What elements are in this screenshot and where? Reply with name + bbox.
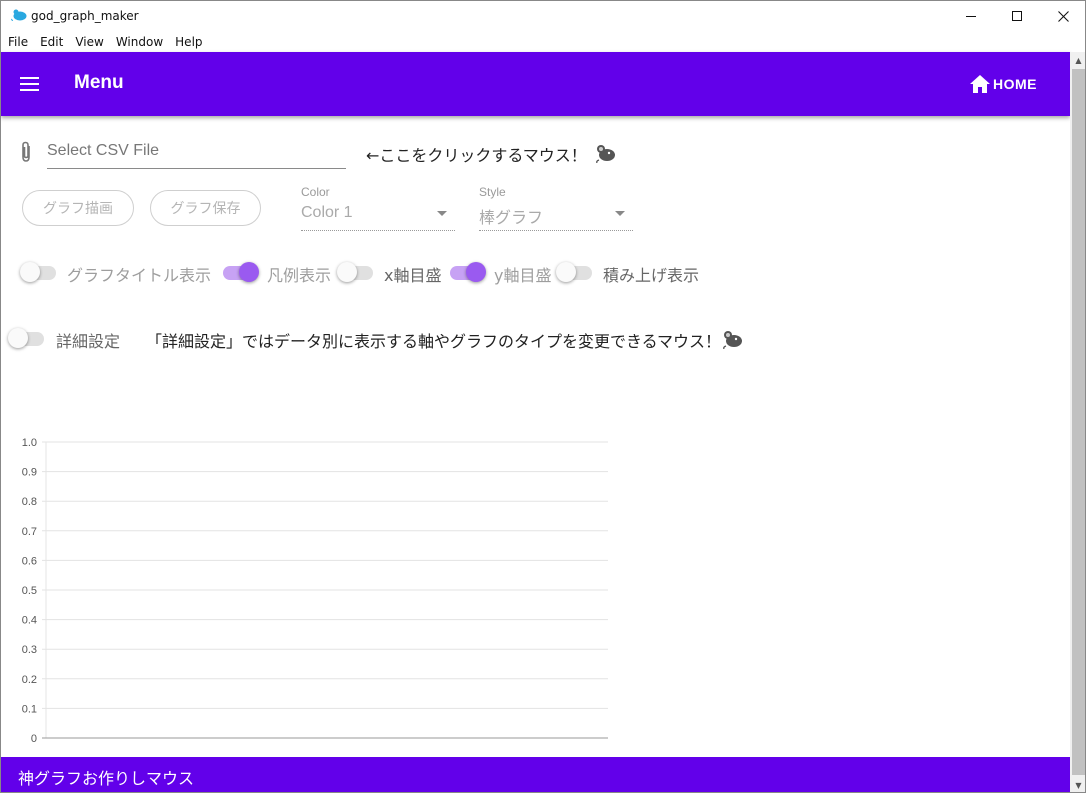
legend-switch[interactable] [221, 261, 259, 283]
vertical-scrollbar[interactable]: ▲ ▼ [1070, 52, 1085, 792]
detail-settings-label: 詳細設定 [56, 332, 121, 351]
x-axis-ticks-switch-label: x軸目盛 [384, 266, 442, 285]
menu-edit[interactable]: Edit [40, 35, 63, 49]
file-hint-text: ←ここをクリックするマウス！ [366, 146, 587, 165]
select-underline [479, 230, 633, 231]
y-tick-label: 0.2 [22, 674, 37, 686]
graph-title-switch-label: グラフタイトル表示 [67, 266, 212, 285]
hamburger-menu-icon[interactable] [20, 76, 39, 92]
draw-graph-button[interactable]: グラフ描画 [22, 190, 134, 226]
menu-file[interactable]: File [8, 35, 28, 49]
detail-hint-text: 「詳細設定」ではデータ別に表示する軸やグラフのタイプを変更できるマウス！ [146, 332, 722, 351]
select-underline [301, 230, 455, 231]
minimize-icon [965, 16, 976, 17]
style-select[interactable]: Style 棒グラフ [479, 185, 633, 231]
footer-bar: 神グラフお作りしマウス [1, 757, 1070, 792]
legend-switch-label: 凡例表示 [267, 266, 332, 285]
app-window: god_graph_maker File Edit View Window He… [0, 0, 1086, 793]
chevron-down-icon [615, 211, 625, 216]
home-button[interactable]: HOME [969, 74, 1037, 94]
scroll-thumb[interactable] [1072, 69, 1085, 775]
x-axis-ticks-switch[interactable] [337, 261, 375, 283]
style-select-label: Style [479, 185, 506, 199]
y-tick-label: 0.1 [22, 703, 37, 715]
y-tick-label: 0.4 [22, 615, 37, 627]
menu-help[interactable]: Help [175, 35, 202, 49]
graph-title-switch[interactable] [20, 261, 58, 283]
y-tick-label: 0.5 [22, 585, 37, 597]
csv-file-input[interactable] [47, 137, 346, 165]
paperclip-icon[interactable] [18, 140, 34, 164]
scroll-down-arrow-icon[interactable]: ▼ [1070, 777, 1085, 792]
home-icon [970, 75, 990, 93]
chevron-down-icon [437, 211, 447, 216]
y-tick-label: 0.9 [22, 467, 37, 479]
style-select-value: 棒グラフ [479, 210, 544, 227]
graph-chart: 0 0.1 0.2 0.3 0.4 0.5 0.6 0.7 0.8 0.9 1.0 [22, 437, 608, 745]
y-tick-label: 0.8 [22, 496, 37, 508]
color-select-label: Color [301, 185, 330, 199]
title-bar[interactable]: god_graph_maker [1, 1, 1085, 32]
detail-settings-switch[interactable] [8, 327, 46, 349]
stacked-switch[interactable] [556, 261, 594, 283]
maximize-button[interactable] [994, 1, 1040, 32]
window-title: god_graph_maker [31, 9, 139, 23]
menu-view[interactable]: View [75, 35, 103, 49]
y-axis-ticks-switch-label: y軸目盛 [494, 266, 552, 285]
y-tick-label: 0 [31, 733, 37, 745]
home-button-label: HOME [993, 76, 1037, 92]
mouse-icon [723, 331, 742, 349]
mouse-app-icon [11, 9, 27, 21]
y-tick-label: 1.0 [22, 437, 37, 449]
maximize-icon [1011, 11, 1022, 21]
y-axis-ticks-switch[interactable] [448, 261, 486, 283]
close-icon [1057, 11, 1069, 22]
save-graph-button[interactable]: グラフ保存 [150, 190, 261, 226]
scroll-up-arrow-icon[interactable]: ▲ [1070, 52, 1085, 69]
app-bar-title: Menu [74, 72, 124, 93]
minimize-button[interactable] [948, 1, 994, 32]
y-tick-label: 0.7 [22, 526, 37, 538]
y-tick-label: 0.6 [22, 555, 37, 567]
color-select-value: Color 1 [301, 204, 353, 221]
menu-window[interactable]: Window [116, 35, 163, 49]
y-tick-label: 0.3 [22, 644, 37, 656]
csv-file-field[interactable] [47, 137, 346, 169]
footer-text: 神グラフお作りしマウス [18, 769, 195, 788]
app-bar: Menu HOME [1, 52, 1070, 116]
close-button[interactable] [1040, 1, 1085, 32]
menu-bar: File Edit View Window Help [1, 32, 1085, 52]
stacked-switch-label: 積み上げ表示 [603, 266, 700, 285]
color-select[interactable]: Color Color 1 [301, 185, 455, 231]
mouse-icon [596, 145, 615, 163]
